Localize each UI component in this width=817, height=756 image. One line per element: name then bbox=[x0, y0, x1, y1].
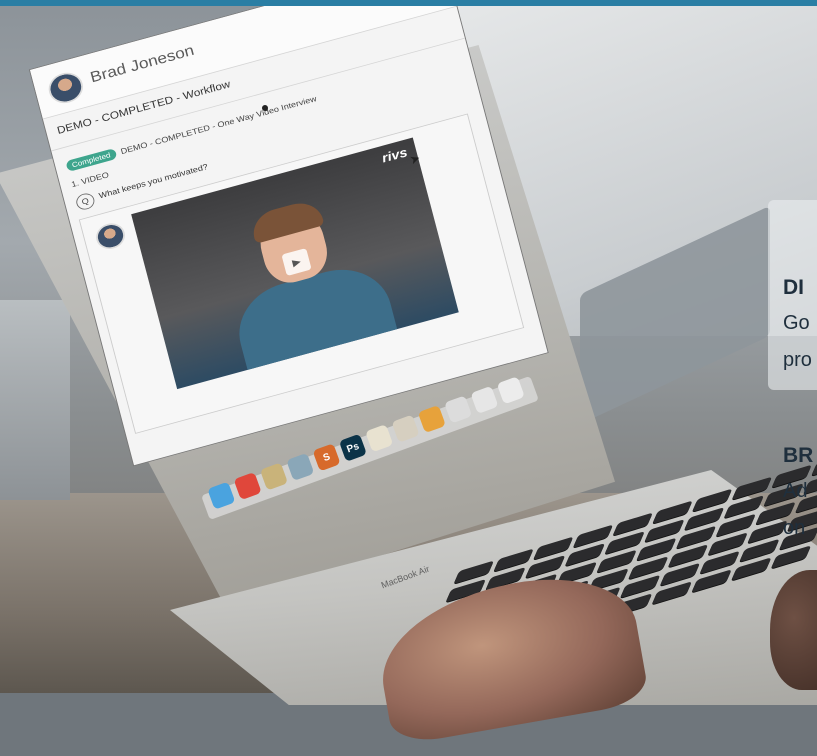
keyboard-key bbox=[691, 569, 732, 593]
keyboard-key bbox=[747, 520, 788, 544]
section-label: 1. VIDEO bbox=[70, 170, 110, 190]
rivs-logo: rivs bbox=[380, 145, 409, 166]
avatar[interactable] bbox=[45, 68, 87, 107]
keyboard-key bbox=[620, 574, 661, 599]
keyboard-key bbox=[675, 525, 717, 550]
keyboard-key bbox=[628, 556, 669, 580]
keyboard-key bbox=[683, 507, 725, 531]
keyboard-key bbox=[731, 557, 772, 581]
keyboard-key bbox=[707, 532, 748, 556]
keyboard-key bbox=[644, 519, 685, 543]
keyboard-key bbox=[564, 543, 606, 567]
side-line-1a: Go bbox=[783, 312, 810, 334]
keyboard-key bbox=[659, 562, 701, 587]
status-badge: Completed bbox=[65, 148, 118, 172]
keyboard-key bbox=[525, 555, 566, 579]
background-object bbox=[0, 300, 70, 500]
question-icon: Q bbox=[74, 191, 97, 212]
side-heading-2: BR bbox=[783, 444, 814, 467]
keyboard-key bbox=[739, 538, 780, 563]
webcam-icon bbox=[262, 105, 268, 111]
side-heading-1: DI bbox=[783, 276, 804, 299]
keyboard-key bbox=[715, 513, 757, 538]
avatar bbox=[93, 220, 128, 253]
keyboard-key bbox=[596, 549, 637, 574]
top-accent-bar bbox=[0, 0, 817, 6]
video-person bbox=[228, 257, 401, 383]
keyboard-key bbox=[604, 531, 645, 555]
side-line-2b: on bbox=[783, 517, 806, 539]
keyboard-key bbox=[667, 544, 709, 568]
keyboard-key bbox=[723, 495, 765, 519]
side-line-1b: pro bbox=[783, 349, 812, 371]
keyboard-key bbox=[636, 537, 677, 562]
keyboard-key bbox=[770, 545, 812, 569]
keyboard-key bbox=[651, 581, 693, 605]
side-line-2a: Ad bbox=[783, 480, 808, 502]
keyboard-key bbox=[699, 550, 740, 575]
